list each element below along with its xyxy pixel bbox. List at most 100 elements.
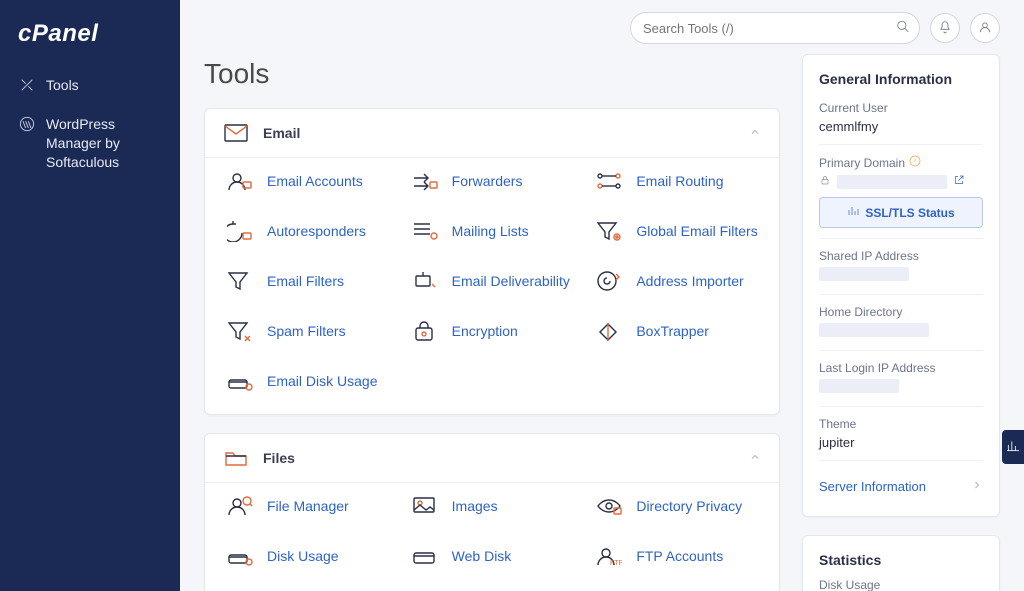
statistics-card: Statistics Disk Usage 754.6 MB / ∞ — [802, 535, 1000, 591]
tool-label: Email Disk Usage — [267, 373, 377, 389]
tool-email-disk-usage[interactable]: Email Disk Usage — [225, 366, 390, 396]
topbar — [180, 0, 1024, 54]
tool-label: BoxTrapper — [636, 323, 709, 339]
warning-icon — [909, 155, 921, 170]
current-user-label: Current User — [819, 101, 983, 115]
tool-label: Encryption — [452, 323, 518, 339]
tool-label: Email Accounts — [267, 173, 363, 189]
boxtrapper-icon — [594, 319, 624, 343]
tool-encryption[interactable]: Encryption — [410, 316, 575, 346]
tool-email-routing[interactable]: Email Routing — [594, 166, 759, 196]
panel-files-header[interactable]: Files — [205, 434, 779, 482]
spam-filters-icon — [225, 319, 255, 343]
tool-mailing-lists[interactable]: Mailing Lists — [410, 216, 575, 246]
email-filters-icon — [225, 269, 255, 293]
shared-ip-label: Shared IP Address — [819, 249, 983, 263]
tool-address-importer[interactable]: Address Importer — [594, 266, 759, 296]
tool-directory-privacy[interactable]: Directory Privacy — [594, 491, 759, 521]
address-importer-icon — [594, 269, 624, 293]
tools-icon — [18, 77, 36, 93]
directory-privacy-icon — [594, 494, 624, 518]
general-information-title: General Information — [819, 71, 983, 87]
file-manager-icon — [225, 494, 255, 518]
chevron-right-icon — [971, 479, 983, 494]
tool-label: Forwarders — [452, 173, 523, 189]
page-title: Tools — [204, 58, 780, 90]
tool-email-filters[interactable]: Email Filters — [225, 266, 390, 296]
floating-stats-tab[interactable] — [1002, 430, 1024, 464]
general-information-card: General Information Current User cemmlfm… — [802, 54, 1000, 517]
tool-web-disk[interactable]: Web Disk — [410, 541, 575, 571]
tool-disk-usage[interactable]: Disk Usage — [225, 541, 390, 571]
main-area: Tools Email — [180, 0, 1024, 591]
web-disk-icon — [410, 544, 440, 568]
primary-domain-label: Primary Domain — [819, 156, 905, 170]
sidebar-item-wordpress-manager[interactable]: WordPress Manager by Softaculous — [0, 105, 180, 182]
tool-file-manager[interactable]: File Manager — [225, 491, 390, 521]
tool-global-email-filters[interactable]: Global Email Filters — [594, 216, 759, 246]
tool-label: Web Disk — [452, 548, 512, 564]
tool-images[interactable]: Images — [410, 491, 575, 521]
cpanel-logo: cPanel — [0, 14, 180, 66]
tool-label: Disk Usage — [267, 548, 339, 564]
last-login-redacted — [819, 379, 899, 393]
notifications-button[interactable] — [930, 13, 960, 43]
external-link-icon[interactable] — [953, 174, 965, 189]
encryption-icon — [410, 319, 440, 343]
tool-boxtrapper[interactable]: BoxTrapper — [594, 316, 759, 346]
envelope-icon — [223, 123, 249, 143]
tool-email-accounts[interactable]: Email Accounts — [225, 166, 390, 196]
panel-title: Files — [263, 450, 295, 466]
chevron-up-icon — [749, 450, 761, 466]
global-email-filters-icon — [594, 219, 624, 243]
ssl-button-label: SSL/TLS Status — [865, 206, 954, 220]
ssl-tls-status-button[interactable]: SSL/TLS Status — [819, 197, 983, 228]
panel-title: Email — [263, 125, 300, 141]
tool-autoresponders[interactable]: Autoresponders — [225, 216, 390, 246]
sidebar-item-tools[interactable]: Tools — [0, 66, 180, 105]
search-wrap — [630, 12, 920, 44]
chevron-up-icon — [749, 125, 761, 141]
mailing-lists-icon — [410, 219, 440, 243]
email-deliverability-icon — [410, 269, 440, 293]
current-user-value: cemmlfmy — [819, 119, 983, 134]
tool-label: Directory Privacy — [636, 498, 742, 514]
tool-label: Spam Filters — [267, 323, 346, 339]
server-information-link[interactable]: Server Information — [819, 471, 983, 496]
theme-value: jupiter — [819, 435, 983, 450]
panel-files: Files File Manager — [204, 433, 780, 591]
tool-email-deliverability[interactable]: Email Deliverability — [410, 266, 575, 296]
tool-label: Autoresponders — [267, 223, 366, 239]
chart-icon — [1006, 439, 1020, 456]
email-accounts-icon — [225, 169, 255, 193]
tool-forwarders[interactable]: Forwarders — [410, 166, 575, 196]
chart-bar-icon — [847, 205, 859, 220]
email-routing-icon — [594, 169, 624, 193]
tool-ftp-accounts[interactable]: FTP FTP Accounts — [594, 541, 759, 571]
right-column: General Information Current User cemmlfm… — [802, 54, 1000, 591]
home-directory-redacted — [819, 323, 929, 337]
sidebar-item-label: Tools — [46, 76, 162, 95]
panel-email-header[interactable]: Email — [205, 109, 779, 157]
search-icon[interactable] — [896, 20, 910, 37]
user-icon — [978, 20, 992, 37]
sidebar: cPanel Tools WordPress Manager by Softac… — [0, 0, 180, 591]
tool-label: Mailing Lists — [452, 223, 529, 239]
account-button[interactable] — [970, 13, 1000, 43]
statistics-title: Statistics — [819, 552, 983, 568]
bell-icon — [938, 20, 952, 37]
home-directory-label: Home Directory — [819, 305, 983, 319]
theme-label: Theme — [819, 417, 983, 431]
tool-label: Address Importer — [636, 273, 743, 289]
server-information-label: Server Information — [819, 479, 926, 494]
wordpress-icon — [18, 116, 36, 132]
images-icon — [410, 494, 440, 518]
tool-label: FTP Accounts — [636, 548, 723, 564]
tool-label: Images — [452, 498, 498, 514]
tool-spam-filters[interactable]: Spam Filters — [225, 316, 390, 346]
search-input[interactable] — [630, 12, 920, 44]
sidebar-item-label: WordPress Manager by Softaculous — [46, 115, 162, 172]
ftp-accounts-icon: FTP — [594, 544, 624, 568]
tool-label: File Manager — [267, 498, 349, 514]
folder-icon — [223, 448, 249, 468]
